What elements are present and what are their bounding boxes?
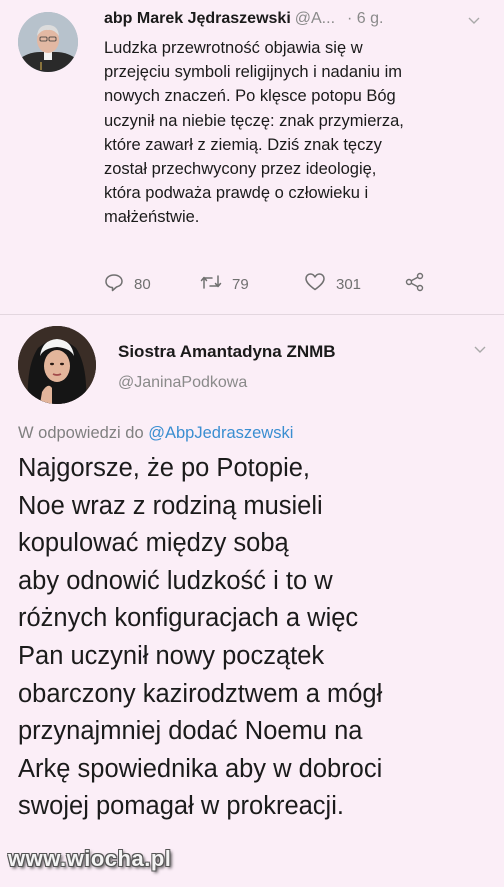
reply-context: W odpowiedzi do @AbpJedraszewski (18, 424, 293, 443)
tweet-line: aby odnowić ludzkość i to w (18, 566, 333, 595)
reply-mention-link[interactable]: @AbpJedraszewski (148, 424, 293, 442)
retweet-count: 79 (232, 275, 249, 293)
timestamp[interactable]: · 6 g. (347, 10, 383, 27)
tweet-line: Pan uczynił nowy początek (18, 641, 325, 670)
tweet-line: Ludzka przewrotność objawia się w (104, 39, 363, 57)
tweet-line: swojej pomagał w prokreacji. (18, 792, 344, 821)
reply-button[interactable]: 80 (104, 270, 151, 298)
tweet-line: różnych konfiguracjach a więc (18, 604, 359, 633)
like-count: 301 (336, 275, 362, 293)
tweet-1-header: abp Marek Jędraszewski @A... · 6 g. (104, 10, 484, 34)
share-button[interactable] (404, 270, 436, 298)
chevron-down-icon[interactable] (468, 14, 480, 28)
avatar-nun[interactable] (18, 326, 96, 404)
tweet-line: Noe wraz z rodziną musieli (18, 491, 323, 520)
watermark: www.wiocha.pl (8, 846, 172, 871)
tweet-line: obarczony kazirodztwem a mógł (18, 679, 383, 708)
avatar-archbishop[interactable] (18, 12, 78, 72)
author-handle-2[interactable]: @JaninaPodkowa (118, 374, 247, 392)
heart-icon (304, 272, 336, 296)
tweet-1-text: Ludzka przewrotność objawia się w przeję… (104, 36, 496, 230)
reply-prefix: W odpowiedzi do (18, 424, 144, 442)
retweet-button[interactable]: 79 (200, 270, 249, 298)
tweet-line: Najgorsze, że po Potopie, (18, 454, 311, 482)
author-handle[interactable]: @A... (295, 10, 335, 27)
reply-icon (104, 272, 134, 296)
tweet-line: został przechwycony przez ideologię, (104, 160, 377, 179)
tweet-line: uczynił na niebie tęczę: znak przymierza… (104, 111, 404, 130)
tweet-line: nowych znaczeń. Po klęsce potopu Bóg (104, 87, 396, 106)
reply-count: 80 (134, 275, 151, 293)
like-button[interactable]: 301 (304, 270, 361, 298)
author-name-2[interactable]: Siostra Amantadyna ZNMB (118, 342, 336, 362)
tweet-line: które zawarł z ziemią. Dziś znak tęczy (104, 135, 382, 154)
tweet-1-actions: 80 79 301 (104, 270, 434, 298)
tweet-2-text: Najgorsze, że po Potopie, Noe wraz z rod… (18, 450, 504, 826)
tweet-line: przynajmniej dodać Noemu na (18, 717, 363, 746)
tweet-line: Arkę spowiednika aby w dobroci (18, 754, 383, 783)
share-icon (404, 272, 436, 296)
tweet-line: kopulować między sobą (18, 529, 289, 558)
tweet-1: abp Marek Jędraszewski @A... · 6 g. Ludzka… (0, 0, 504, 314)
tweet-line: małżeństwie. (104, 208, 200, 227)
tweet-divider (0, 314, 504, 315)
chevron-down-icon[interactable] (474, 343, 486, 357)
author-name[interactable]: abp Marek Jędraszewski (104, 10, 291, 27)
tweet-line: przejęciu symboli religijnych i nadaniu … (104, 63, 403, 82)
retweet-icon (200, 272, 232, 296)
tweet-line: która podważa prawdę o człowieku i (104, 184, 369, 203)
